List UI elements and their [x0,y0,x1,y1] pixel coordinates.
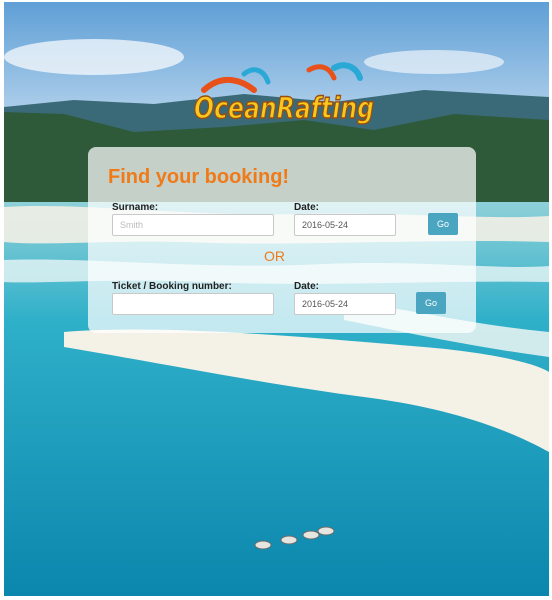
date-field-2[interactable] [294,293,396,315]
date-field-1[interactable] [294,214,396,236]
date-label-2: Date: [294,281,320,292]
ocean-rafting-logo: OceanRafting [193,62,375,126]
surname-label: Surname: [112,202,159,213]
go-button-surname[interactable]: Go [428,213,458,235]
booking-search-panel: Find your booking! Surname: Date: Go OR … [88,147,476,333]
or-divider-text: OR [264,248,285,264]
page-title: Find your booking! [108,166,290,188]
ticket-number-label: Ticket / Booking number: [112,281,232,292]
surname-input[interactable] [112,214,274,236]
date-label-1: Date: [294,202,320,213]
logo-text: OceanRafting [194,91,374,125]
page-background: OceanRafting Find your booking! Surname:… [4,2,549,596]
ticket-number-input[interactable] [112,293,274,315]
go-button-ticket[interactable]: Go [416,292,446,314]
